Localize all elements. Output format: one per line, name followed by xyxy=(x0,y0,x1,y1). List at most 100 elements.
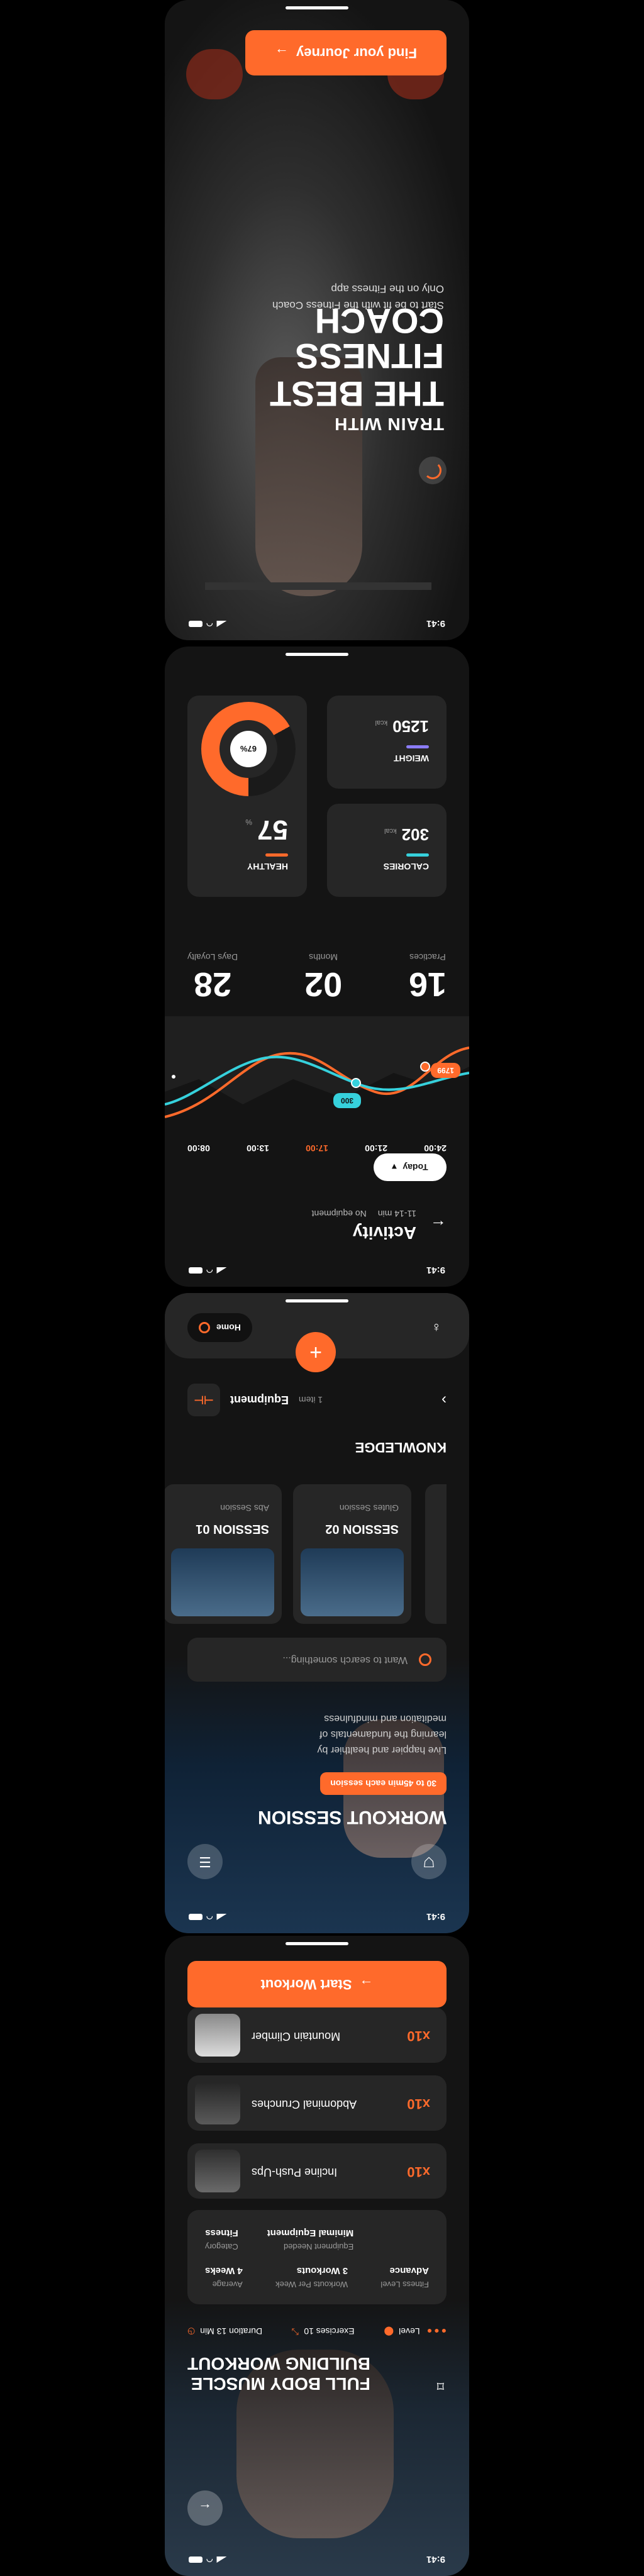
exercise-thumb xyxy=(195,2150,240,2192)
orange-point xyxy=(420,1062,430,1072)
exercise-row-2[interactable]: x10 Abdominal Crunches xyxy=(187,2075,447,2131)
screen-activity-content: 9:41 ◠ ← Activity 11-14 min No equipment… xyxy=(165,647,469,1287)
period-dropdown[interactable]: Today ▾ xyxy=(374,1153,447,1181)
nav-profile[interactable]: ♁ xyxy=(431,1319,442,1336)
info-bottom: 4 Weeks xyxy=(205,2265,243,2276)
healthy-label: HEALTHY xyxy=(247,862,288,872)
session-card-01[interactable]: SESSION 01 Abs Session xyxy=(165,1484,282,1624)
session-desc-line1: Live happier and healthier by xyxy=(317,1745,447,1755)
stat-value: 28 xyxy=(194,965,232,1003)
exercise-row-1[interactable]: x10 Incline Push-Ups xyxy=(187,2143,447,2199)
start-workout-button[interactable]: → Start Workout xyxy=(187,1961,447,2007)
headline-line3: FITNESS COACH xyxy=(295,301,444,376)
workout-info-card: Fitness Level Advance Workouts Per Week … xyxy=(187,2210,447,2304)
info-fitness-level: Fitness Level Advance xyxy=(380,2265,429,2289)
stat-value: 02 xyxy=(304,965,343,1003)
bookmark-icon[interactable]: ⌑ xyxy=(437,2377,444,2394)
healthy-bar xyxy=(265,853,288,857)
weight-value-wrap: 1250 kcal xyxy=(375,716,429,736)
status-time: 9:41 xyxy=(426,1265,445,1276)
dumbbell-icon: ⤡ xyxy=(292,2327,299,2337)
loader-icon xyxy=(419,457,447,484)
weight-label: WEIGHT xyxy=(394,753,429,763)
info-equipment-needed: Equipment Needed Minimal Equipment xyxy=(267,2228,354,2251)
screen-onboarding: 9:41 ◠ TRAIN WITH THE BEST FITNESS COACH… xyxy=(165,0,469,640)
menu-button[interactable]: ☰ xyxy=(187,1844,223,1879)
time-label-1: 21:00 xyxy=(365,1143,387,1153)
equipment-row[interactable]: › 1 item Equipment ⊣⊢ xyxy=(187,1382,447,1418)
meta-exercises: Exercises 10 ⤡ xyxy=(292,2326,354,2338)
info-bottom: Minimal Equipment xyxy=(267,2228,354,2238)
session-card-02[interactable]: SESSION 02 Glutes Session xyxy=(293,1484,411,1624)
calories-bar xyxy=(406,853,429,857)
calories-label: CALORIES xyxy=(383,862,429,872)
period-label: Today xyxy=(402,1162,428,1172)
screen-activity: 9:41 ◠ ← Activity 11-14 min No equipment… xyxy=(165,647,469,1287)
search-bar[interactable]: Want to search something... xyxy=(187,1638,447,1682)
nav-add-button[interactable]: + xyxy=(296,1332,336,1372)
status-icons: ◠ xyxy=(189,619,226,628)
subtitle: Start to be fit with the Fitness Coach O… xyxy=(272,281,444,313)
status-bar: 9:41 ◠ xyxy=(165,1258,469,1283)
equipment-label: Equipment xyxy=(230,1394,289,1407)
info-top: Equipment Needed xyxy=(283,2242,354,2251)
find-journey-button[interactable]: Find your Journey → xyxy=(245,30,447,75)
activity-chart: 1799 300 xyxy=(165,1016,469,1142)
exercise-thumb xyxy=(195,2082,240,2124)
stat-days-loyalty: 28 Days Loyalty xyxy=(187,952,238,1004)
workout-title-line2: BUILDING WORKOUT xyxy=(187,2353,370,2373)
status-time: 9:41 xyxy=(426,2554,445,2565)
info-category: Category Fitness xyxy=(205,2228,238,2251)
exercise-row-3[interactable]: x10 Mountain Climber xyxy=(187,2007,447,2063)
bag-button[interactable]: ⛉ xyxy=(411,1844,447,1879)
activity-chart-svg xyxy=(165,1016,469,1118)
status-bar: 9:41 ◠ xyxy=(165,2547,469,2572)
arrow-right-icon: → xyxy=(275,45,289,61)
back-button[interactable]: ← xyxy=(187,2490,223,2526)
time-label-4: 08:00 xyxy=(187,1143,210,1153)
calories-unit: kcal xyxy=(384,827,397,835)
info-row-1: Fitness Level Advance Workouts Per Week … xyxy=(205,2265,429,2289)
home-indicator xyxy=(286,6,348,9)
activity-header: ← Activity 11-14 min No equipment xyxy=(312,1209,447,1243)
activity-title: Activity xyxy=(352,1223,416,1243)
wifi-icon: ◠ xyxy=(206,619,213,628)
wifi-icon: ◠ xyxy=(206,1266,213,1275)
activity-duration: 11-14 min xyxy=(377,1209,416,1219)
exercise-thumb xyxy=(195,2014,240,2057)
session-badge: 30 to 45min each session xyxy=(320,1772,447,1795)
signal-icon xyxy=(216,1267,226,1274)
session-01-title: SESSION 01 xyxy=(196,1522,269,1536)
back-arrow-icon[interactable]: ← xyxy=(430,1216,447,1236)
search-icon xyxy=(419,1653,431,1666)
subtitle-line1: Start to be fit with the Fitness Coach xyxy=(272,299,444,311)
meta-level: ●●● Level ⬤ xyxy=(384,2326,447,2338)
healthy-unit: % xyxy=(245,818,253,826)
battery-icon xyxy=(189,1914,203,1920)
weight-card: WEIGHT 1250 kcal xyxy=(327,696,447,789)
tooltip-teal: 300 xyxy=(333,1093,361,1108)
healthy-value: 57 xyxy=(257,814,288,845)
info-workouts-per-week: Workouts Per Week 3 Workouts xyxy=(275,2265,348,2289)
wifi-icon: ◠ xyxy=(206,1913,213,1921)
exercise-reps: x10 xyxy=(407,2028,430,2044)
meta-duration-label: Duration 13 Min xyxy=(200,2326,263,2337)
workout-title: FULL BODY MUSCLE BUILDING WORKOUT xyxy=(187,2353,370,2394)
level-icon: ⬤ xyxy=(384,2327,394,2337)
session-desc-line2: learning the fundamentals of xyxy=(319,1729,447,1740)
signal-icon xyxy=(216,1914,226,1920)
session-desc: Live happier and healthier by learning t… xyxy=(318,1711,447,1757)
chevron-down-icon: ▾ xyxy=(392,1162,397,1173)
search-input[interactable]: Want to search something... xyxy=(282,1654,408,1665)
calories-value: 302 xyxy=(401,825,429,844)
session-desc-line3: meditation and mindfulness xyxy=(324,1713,447,1724)
headline-line1: TRAIN WITH xyxy=(334,414,444,434)
status-icons: ◠ xyxy=(189,1266,226,1275)
start-workout-label: Start Workout xyxy=(260,1977,352,1992)
session-card-next[interactable] xyxy=(425,1484,447,1624)
home-indicator xyxy=(286,653,348,656)
status-time: 9:41 xyxy=(426,618,445,630)
meta-level-label: Level xyxy=(399,2326,420,2337)
nav-home[interactable]: Home xyxy=(187,1313,252,1342)
time-label-3: 13:00 xyxy=(247,1143,269,1153)
